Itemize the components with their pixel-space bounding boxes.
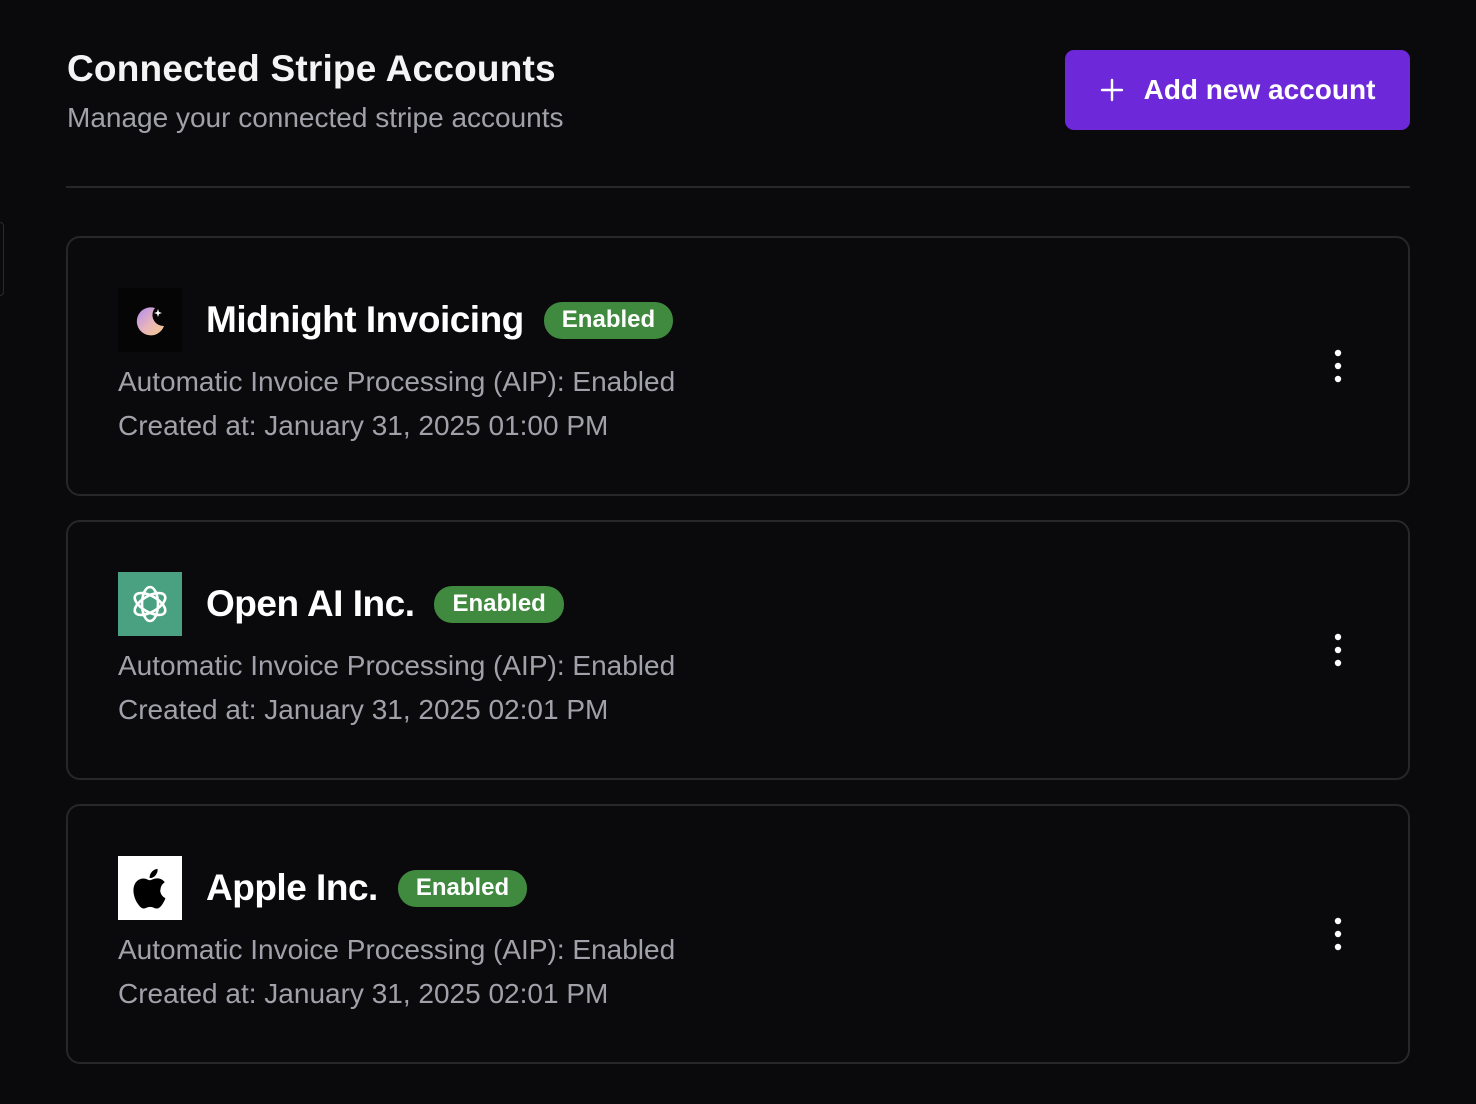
account-name-row: Apple Inc. Enabled xyxy=(206,864,528,912)
status-badge: Enabled xyxy=(543,301,674,339)
status-badge: Enabled xyxy=(397,869,528,907)
add-new-account-button[interactable]: Add new account xyxy=(1065,50,1410,130)
account-card[interactable]: Open AI Inc. Enabled Automatic Invoice P… xyxy=(66,520,1410,780)
status-badge: Enabled xyxy=(434,585,564,623)
page: Connected Stripe Accounts Manage your co… xyxy=(0,0,1476,1104)
page-subtitle: Manage your connected stripe accounts xyxy=(67,102,564,133)
account-name-row: Open AI Inc. Enabled xyxy=(206,580,564,628)
account-name: Apple Inc. xyxy=(206,867,378,908)
created-at: Created at: January 31, 2025 02:01 PM xyxy=(118,978,609,1009)
more-vertical-icon xyxy=(1334,349,1342,383)
moon-icon xyxy=(118,288,182,352)
header-divider xyxy=(66,186,1410,188)
openai-icon xyxy=(118,572,182,636)
account-list: Midnight Invoicing Enabled Automatic Inv… xyxy=(66,236,1410,1088)
apple-icon xyxy=(118,856,182,920)
account-name-row: Midnight Invoicing Enabled xyxy=(206,296,674,344)
aip-status: Automatic Invoice Processing (AIP): Enab… xyxy=(118,366,676,397)
add-new-account-label: Add new account xyxy=(1143,74,1376,105)
more-vertical-icon xyxy=(1334,633,1342,667)
page-title: Connected Stripe Accounts xyxy=(67,48,556,89)
account-card[interactable]: Midnight Invoicing Enabled Automatic Inv… xyxy=(66,236,1410,496)
aip-status: Automatic Invoice Processing (AIP): Enab… xyxy=(118,934,676,965)
account-card[interactable]: Apple Inc. Enabled Automatic Invoice Pro… xyxy=(66,804,1410,1064)
plus-icon xyxy=(1100,78,1123,102)
account-name: Midnight Invoicing xyxy=(206,299,524,340)
more-options-button[interactable] xyxy=(1318,630,1358,670)
more-vertical-icon xyxy=(1334,917,1342,951)
more-options-button[interactable] xyxy=(1318,346,1358,386)
account-name: Open AI Inc. xyxy=(206,583,415,624)
side-panel-handle[interactable] xyxy=(0,222,4,296)
more-options-button[interactable] xyxy=(1318,914,1358,954)
created-at: Created at: January 31, 2025 02:01 PM xyxy=(118,694,609,725)
created-at: Created at: January 31, 2025 01:00 PM xyxy=(118,410,609,441)
page-header: Connected Stripe Accounts Manage your co… xyxy=(67,48,1410,138)
aip-status: Automatic Invoice Processing (AIP): Enab… xyxy=(118,650,676,681)
